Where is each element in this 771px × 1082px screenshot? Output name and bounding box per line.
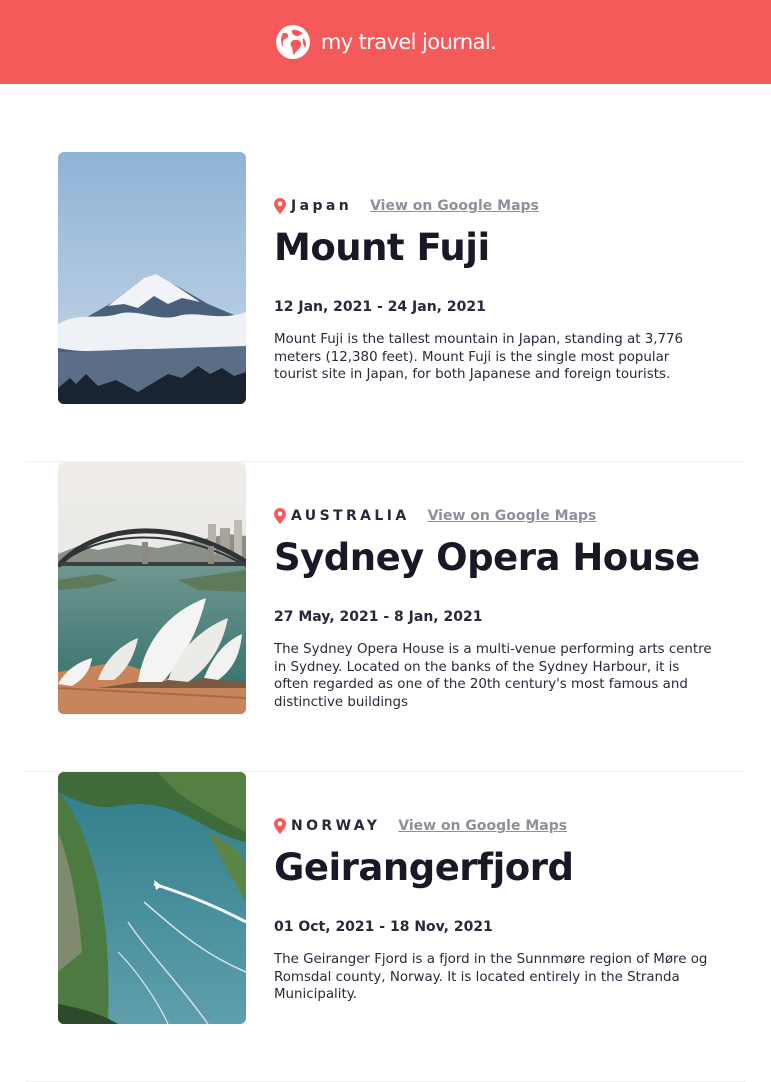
google-maps-link[interactable]: View on Google Maps (370, 198, 539, 214)
entry-country: Japan (291, 198, 353, 214)
journal-entry: AUSTRALIA View on Google Maps Sydney Ope… (26, 462, 745, 772)
entry-description: Mount Fuji is the tallest mountain in Ja… (274, 332, 684, 382)
google-maps-link[interactable]: View on Google Maps (398, 818, 567, 834)
entry-dates: 01 Oct, 2021 - 18 Nov, 2021 (274, 919, 493, 935)
entry-title: Sydney Opera House (274, 536, 700, 579)
location-pin-icon (274, 818, 286, 834)
google-maps-link[interactable]: View on Google Maps (428, 508, 597, 524)
journal-entry: Japan View on Google Maps Mount Fuji 12 … (26, 152, 745, 462)
entry-description: The Geiranger Fjord is a fjord in the Su… (274, 952, 708, 1002)
app-header: my travel journal. (0, 0, 771, 84)
entry-description: The Sydney Opera House is a multi-venue … (274, 642, 712, 710)
journal-entry: NORWAY View on Google Maps Geirangerfjor… (26, 772, 745, 1082)
entry-title: Geirangerfjord (274, 846, 574, 889)
location-row: AUSTRALIA View on Google Maps (274, 508, 596, 524)
location-pin-icon (274, 508, 286, 524)
entry-country: NORWAY (291, 818, 381, 834)
entry-dates: 27 May, 2021 - 8 Jan, 2021 (274, 609, 483, 625)
entry-country: AUSTRALIA (291, 508, 410, 524)
journal-entries: Japan View on Google Maps Mount Fuji 12 … (0, 84, 771, 1082)
location-pin-icon (274, 198, 286, 214)
entry-photo-geirangerfjord (58, 772, 246, 1024)
entry-photo-mount-fuji (58, 152, 246, 404)
location-row: NORWAY View on Google Maps (274, 818, 567, 834)
globe-icon (275, 25, 310, 59)
location-row: Japan View on Google Maps (274, 198, 539, 214)
brand-title: my travel journal. (320, 30, 497, 54)
entry-photo-sydney-opera-house (58, 462, 246, 714)
entry-dates: 12 Jan, 2021 - 24 Jan, 2021 (274, 299, 486, 315)
entry-title: Mount Fuji (274, 226, 490, 269)
brand[interactable]: my travel journal. (275, 24, 497, 60)
